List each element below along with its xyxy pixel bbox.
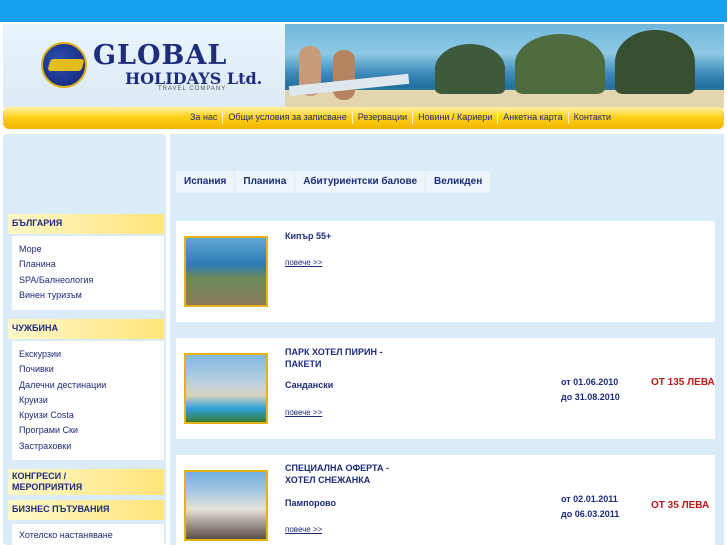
main-content: Испания Планина Абитуриентски балове Вел… (170, 134, 724, 545)
site-header: GLOBAL HOLIDAYS Ltd. TRAVEL COMPANY (3, 24, 724, 108)
sidebar-heading-congress-line1: КОНГРЕСИ / (12, 471, 67, 481)
sidebar-heading-bulgaria[interactable]: БЪЛГАРИЯ (8, 214, 164, 234)
offer-location: Пампорово (285, 498, 336, 508)
main-nav: За нас Общи условия за записване Резерва… (3, 107, 724, 129)
offer-card: СПЕЦИАЛНА ОФЕРТА - ХОТЕЛ СНЕЖАНКА Пампор… (176, 455, 715, 545)
offer-price: ОТ 35 ЛЕВА (651, 500, 710, 511)
sidebar-item-cruises-costa[interactable]: Круизи Costa (12, 408, 164, 423)
nav-item-terms[interactable]: Общи условия за записване (222, 111, 351, 124)
offer-thumbnail[interactable] (184, 470, 268, 541)
sidebar-heading-congress[interactable]: КОНГРЕСИ / МЕРОПРИЯТИЯ (8, 469, 164, 495)
tab-bar: Испания Планина Абитуриентски балове Вел… (176, 171, 492, 193)
offer-thumbnail[interactable] (184, 236, 268, 307)
offer-dates: от 01.06.2010 до 31.08.2010 (561, 375, 620, 405)
sidebar-item-hotel-accommodation[interactable]: Хотелско настаняване (12, 528, 164, 543)
nav-item-about[interactable]: За нас (185, 111, 222, 124)
offer-card: Кипър 55+ повече >> (176, 221, 715, 322)
globe-icon (41, 42, 87, 88)
sidebar-heading-business[interactable]: БИЗНЕС ПЪТУВАНИЯ (8, 500, 164, 520)
offer-date-to: до 31.08.2010 (561, 392, 620, 402)
offer-card: ПАРК ХОТЕЛ ПИРИН - ПАКЕТИ Сандански пове… (176, 338, 715, 439)
nav-item-reservations[interactable]: Резервации (351, 111, 412, 124)
nav-item-survey[interactable]: Анкетна карта (497, 111, 567, 124)
sidebar-item-sea[interactable]: Море (12, 242, 164, 257)
brand-tagline: TRAVEL COMPANY (158, 86, 227, 92)
offer-more-link[interactable]: повече >> (285, 258, 322, 267)
offer-date-to: до 06.03.2011 (561, 509, 620, 519)
sidebar-item-wine-tourism[interactable]: Винен туризъм (12, 288, 164, 303)
brand-name: GLOBAL (93, 40, 228, 71)
sidebar-item-cruises[interactable]: Круизи (12, 393, 164, 408)
tab-mountain[interactable]: Планина (235, 171, 296, 193)
sidebar-heading-congress-line2: МЕРОПРИЯТИЯ (12, 482, 83, 492)
brand-logo[interactable]: GLOBAL HOLIDAYS Ltd. TRAVEL COMPANY (41, 40, 281, 92)
header-banner-photo (285, 24, 724, 108)
sidebar-item-holidays[interactable]: Почивки (12, 362, 164, 377)
sidebar-item-insurance[interactable]: Застраховки (12, 439, 164, 454)
offer-more-link[interactable]: повече >> (285, 408, 322, 417)
offer-thumbnail[interactable] (184, 353, 268, 424)
offer-title[interactable]: Кипър 55+ (285, 230, 405, 242)
offer-dates: от 02.01.2011 до 06.03.2011 (561, 492, 619, 522)
offer-location: Сандански (285, 380, 334, 390)
nav-item-news-careers[interactable]: Новини / Кариери (412, 111, 497, 124)
tab-easter[interactable]: Великден (426, 171, 492, 193)
nav-item-contacts[interactable]: Контакти (567, 111, 616, 124)
tab-graduation-balls[interactable]: Абитуриентски балове (295, 171, 427, 193)
sidebar-item-distant-destinations[interactable]: Далечни дестинации (12, 378, 164, 393)
tab-spain[interactable]: Испания (176, 171, 236, 193)
sidebar-item-spa[interactable]: SPA/Балнеология (12, 273, 164, 288)
sidebar-menu-business: Хотелско настаняване (12, 524, 164, 545)
offer-price: ОТ 135 ЛЕВА (651, 377, 715, 388)
sidebar-menu-abroad: Екскурзии Почивки Далечни дестинации Кру… (12, 341, 164, 460)
sidebar-item-mountain[interactable]: Планина (12, 257, 164, 272)
offer-date-from: от 02.01.2011 (561, 494, 618, 504)
offer-more-link[interactable]: повече >> (285, 525, 322, 534)
sidebar-heading-abroad[interactable]: ЧУЖБИНА (8, 319, 164, 339)
offer-date-from: от 01.06.2010 (561, 377, 619, 387)
sidebar-item-excursions[interactable]: Екскурзии (12, 347, 164, 362)
sidebar-menu-bulgaria: Море Планина SPA/Балнеология Винен туриз… (12, 236, 164, 310)
offer-title[interactable]: СПЕЦИАЛНА ОФЕРТА - ХОТЕЛ СНЕЖАНКА (285, 462, 405, 486)
sidebar: БЪЛГАРИЯ Море Планина SPA/Балнеология Ви… (3, 134, 166, 545)
top-bar (0, 0, 727, 22)
offer-title[interactable]: ПАРК ХОТЕЛ ПИРИН - ПАКЕТИ (285, 346, 405, 370)
sidebar-item-ski-programs[interactable]: Програми Ски (12, 423, 164, 438)
